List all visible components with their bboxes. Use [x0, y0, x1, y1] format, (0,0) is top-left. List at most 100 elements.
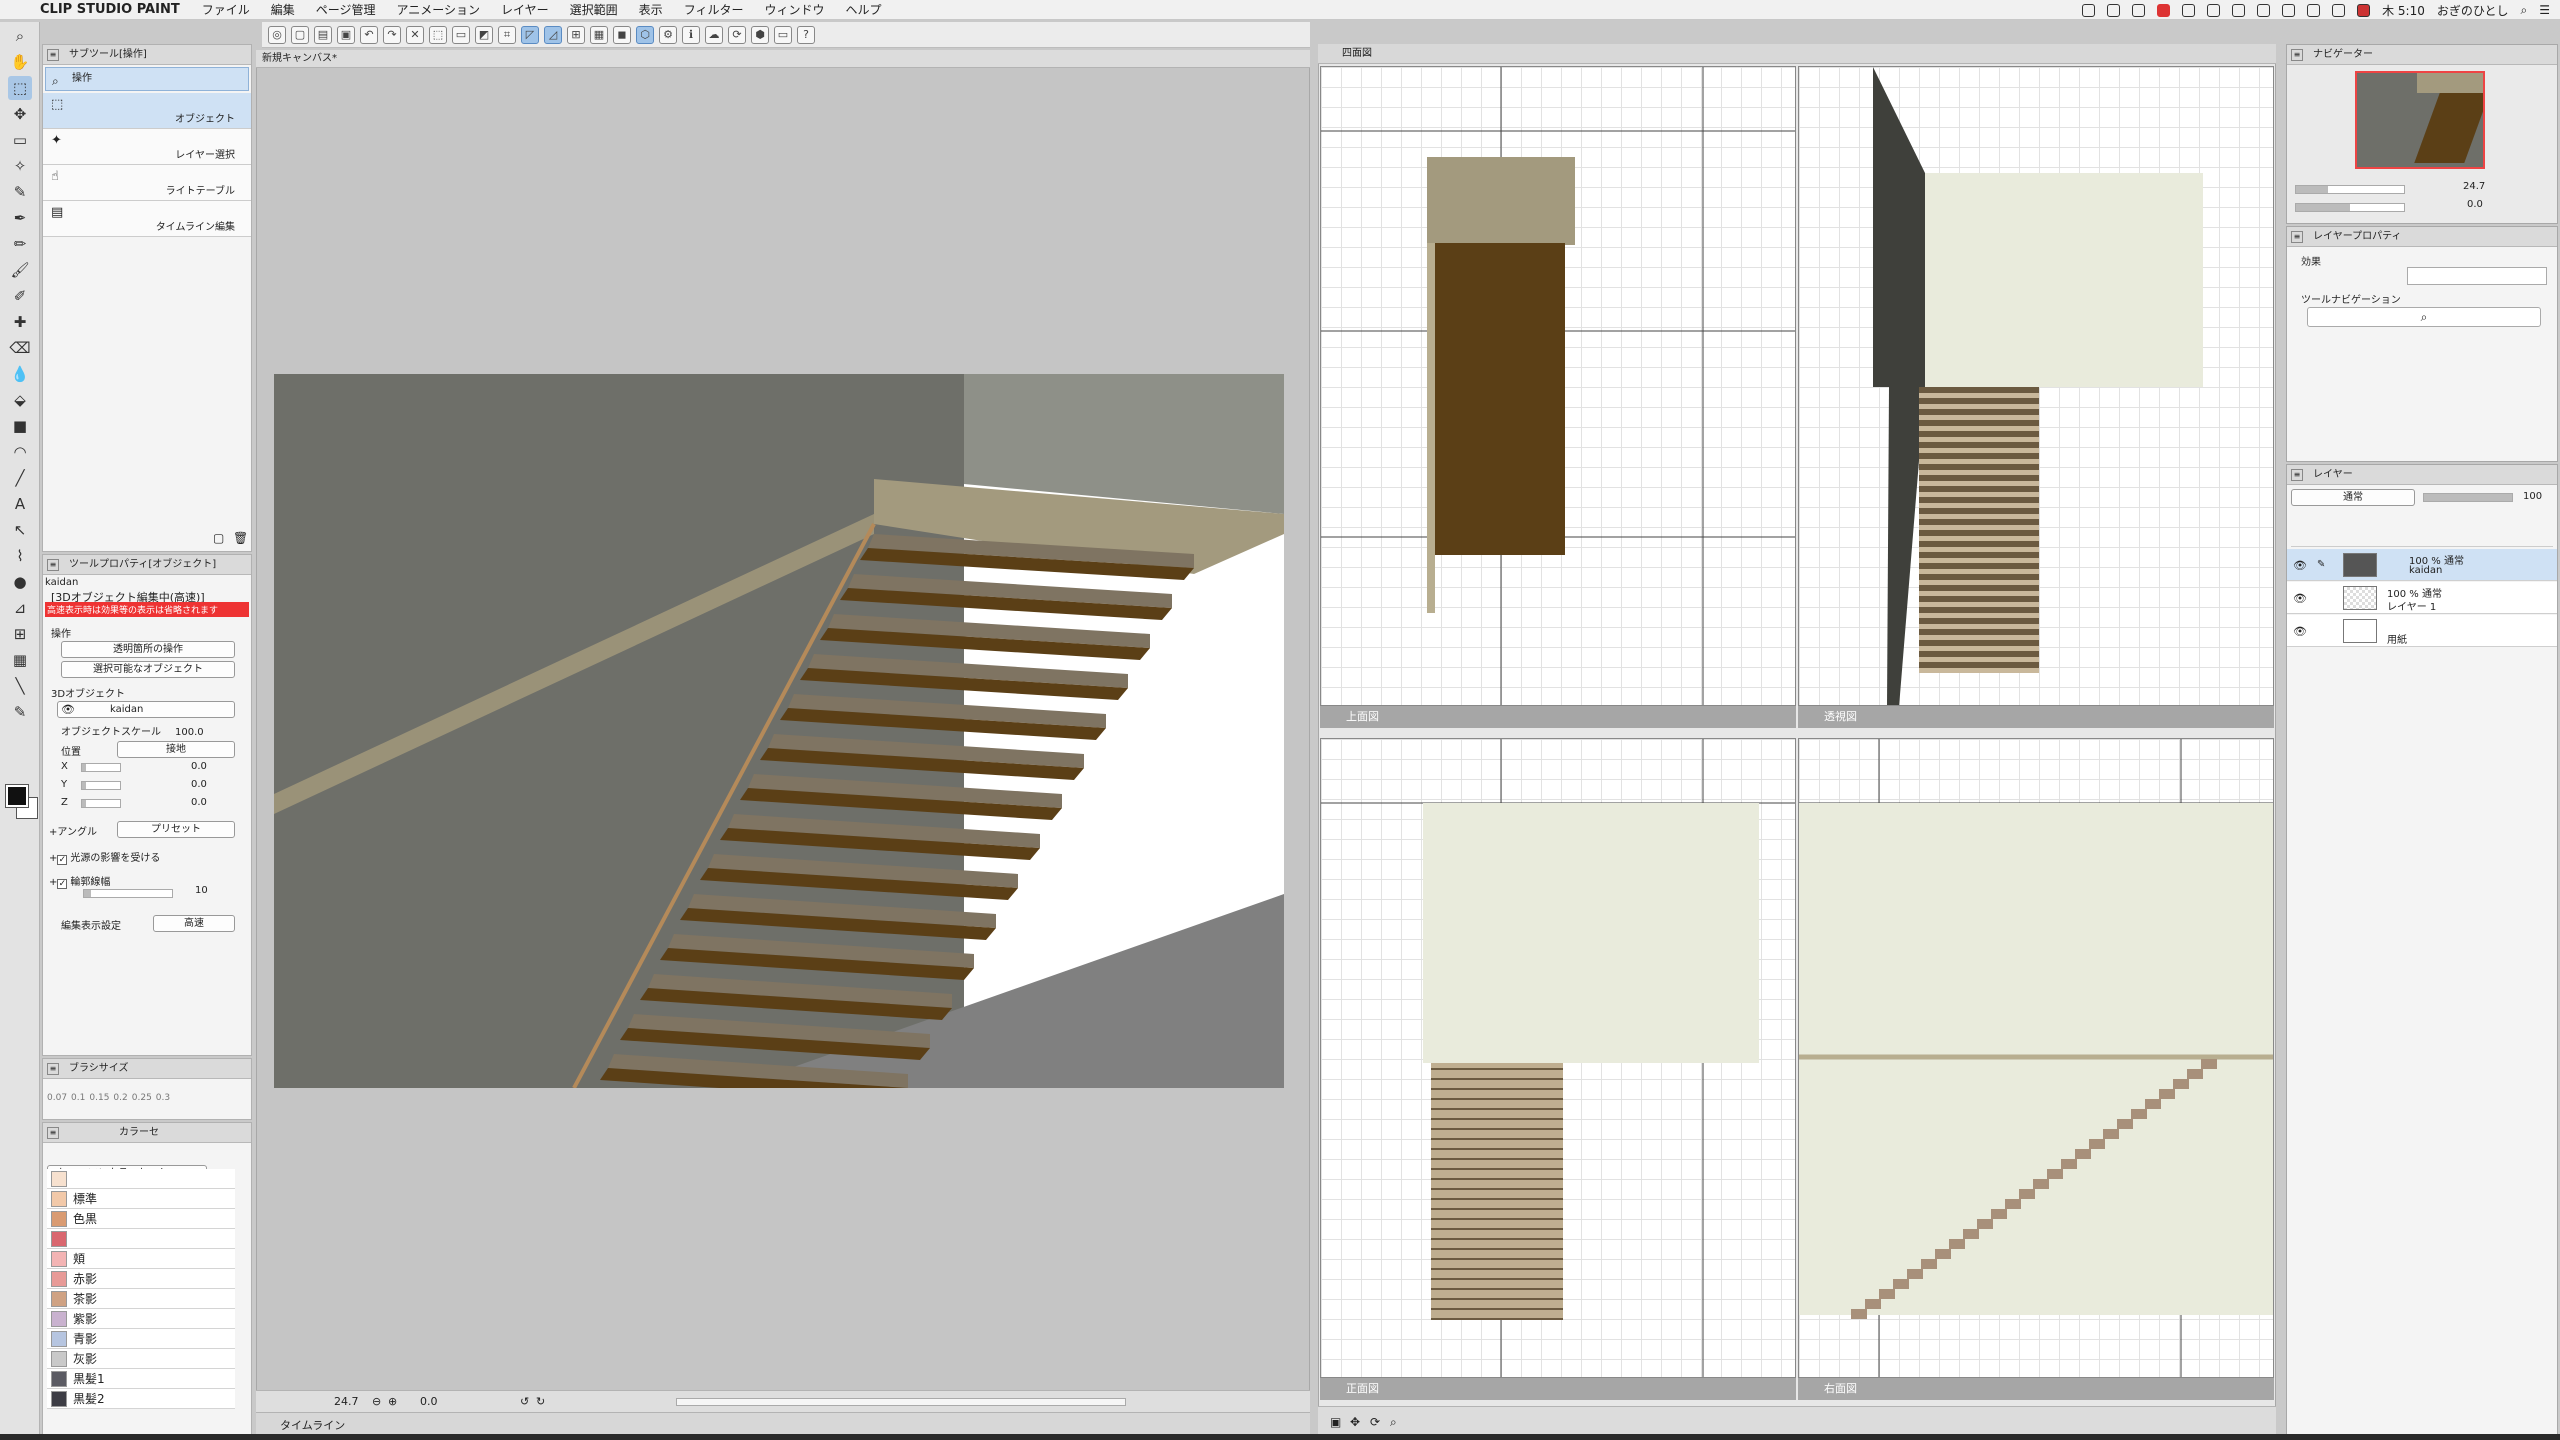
dropbox-icon[interactable]	[2082, 3, 2096, 17]
color-swatch[interactable]	[51, 1351, 67, 1367]
crop-icon[interactable]: ⌗	[498, 25, 516, 44]
blend-mode-dropdown[interactable]: 通常	[2291, 489, 2415, 506]
deselect-icon[interactable]: ▭	[452, 25, 470, 44]
y-value[interactable]: 0.0	[191, 779, 207, 790]
navigator-rotate-slider[interactable]	[2295, 203, 2405, 212]
marker-icon[interactable]: ✎	[8, 700, 32, 724]
snap-ruler-icon[interactable]: ◸	[521, 25, 539, 44]
canvas-zoom-value[interactable]: 24.7	[334, 1391, 359, 1413]
layers-header[interactable]: ≡ レイヤー	[2287, 465, 2557, 485]
viewport-front[interactable]	[1320, 738, 1796, 1378]
eraser-icon[interactable]: ⌫	[8, 336, 32, 360]
x-value[interactable]: 0.0	[191, 761, 207, 772]
subtool-light-table[interactable]: ☝ ライトテーブル	[43, 165, 251, 201]
color-swatch[interactable]	[51, 1231, 67, 1247]
brush-size-015[interactable]: 0.15	[89, 1093, 109, 1103]
layer-opacity-value[interactable]: 100	[2523, 491, 2542, 502]
cloud-icon[interactable]: ☁	[705, 25, 723, 44]
layer-visibility-eye-icon[interactable]: 👁	[2293, 559, 2307, 572]
redo-icon[interactable]: ↷	[383, 25, 401, 44]
stair-render[interactable]	[274, 374, 1284, 1088]
calendar-icon[interactable]	[2132, 3, 2146, 17]
zoom-in-icon[interactable]: ⊕	[388, 1391, 397, 1413]
grid-display-icon[interactable]: ▦	[590, 25, 608, 44]
color-row[interactable]: 青影	[47, 1329, 235, 1349]
color-row[interactable]	[47, 1229, 235, 1249]
transform-icon[interactable]: ⬚	[429, 25, 447, 44]
navigator-zoom-value[interactable]: 24.7	[2463, 181, 2485, 192]
color-swatch[interactable]	[51, 1331, 67, 1347]
selection-tool-icon[interactable]: ▭	[8, 128, 32, 152]
save-icon[interactable]: ▣	[337, 25, 355, 44]
outline-checkbox[interactable]: ✓	[57, 879, 68, 889]
color-row[interactable]: 色黒	[47, 1209, 235, 1229]
color-swatch[interactable]	[51, 1391, 67, 1407]
z-value[interactable]: 0.0	[191, 797, 207, 808]
settings-icon[interactable]: ⚙	[659, 25, 677, 44]
ground-button[interactable]: 接地	[117, 741, 235, 758]
panel-grip-icon[interactable]: ≡	[47, 49, 59, 61]
zoom-camera-icon[interactable]: ⌕	[1390, 1415, 1397, 1430]
move-camera-icon[interactable]: ✥	[1350, 1415, 1360, 1429]
printer-icon[interactable]	[2182, 3, 2196, 17]
outline-value[interactable]: 10	[195, 885, 208, 896]
color-swatch[interactable]	[51, 1211, 67, 1227]
outline-option[interactable]: +✓ 輪郭線幅	[49, 873, 110, 889]
line-tool-icon[interactable]: ╲	[8, 674, 32, 698]
visibility-eye-icon[interactable]: 👁	[61, 703, 75, 716]
panel-grip-icon[interactable]: ≡	[47, 1127, 59, 1139]
invert-selection-icon[interactable]: ◩	[475, 25, 493, 44]
app-name[interactable]: CLIP STUDIO PAINT	[40, 2, 180, 17]
layer-row-kaidan[interactable]: 👁 ✎ 100 % 通常 kaidan	[2287, 549, 2557, 581]
subtool-group-operation[interactable]: ⌕ 操作	[45, 67, 249, 91]
color-row[interactable]: 標準	[47, 1189, 235, 1209]
color-swatch[interactable]	[51, 1271, 67, 1287]
color-row[interactable]: 頬	[47, 1249, 235, 1269]
bluetooth-icon[interactable]	[2282, 3, 2296, 17]
menu-window[interactable]: ウィンドウ	[764, 1, 824, 18]
navigator-preview[interactable]	[2355, 71, 2485, 169]
layer-edit-pen-icon[interactable]: ✎	[2317, 559, 2325, 570]
wifi-icon[interactable]	[2307, 3, 2321, 17]
foreground-color-swatch[interactable]	[5, 784, 29, 808]
correct-line-icon[interactable]: ⌇	[8, 544, 32, 568]
x-slider[interactable]	[81, 763, 121, 772]
camera-icon[interactable]: ▣	[1330, 1415, 1341, 1429]
time-machine-icon[interactable]	[2257, 3, 2271, 17]
preset-button[interactable]: プリセット	[117, 821, 235, 838]
fill-icon[interactable]: ⬙	[8, 388, 32, 412]
transparent-operation-dropdown[interactable]: 透明箇所の操作	[61, 641, 235, 658]
light-checkbox[interactable]: ✓	[57, 855, 68, 865]
outline-slider[interactable]	[83, 889, 173, 898]
info-icon[interactable]: ℹ	[682, 25, 700, 44]
y-slider[interactable]	[81, 781, 121, 790]
horizontal-scrollbar[interactable]	[676, 1398, 1126, 1406]
layer-visibility-eye-icon[interactable]: 👁	[2293, 592, 2307, 605]
clear-icon[interactable]: ✕	[406, 25, 424, 44]
cloud-icon[interactable]	[2107, 3, 2121, 17]
layer-opacity-slider[interactable]	[2423, 493, 2513, 502]
color-swatch[interactable]	[51, 1191, 67, 1207]
gradient-icon[interactable]: ■	[8, 414, 32, 438]
color-row[interactable]: 黒髪2	[47, 1389, 235, 1409]
clip-studio-icon[interactable]: ◎	[268, 25, 286, 44]
brushsize-header[interactable]: ≡ ブラシサイズ	[43, 1059, 251, 1079]
snap-grid-icon[interactable]: ⊞	[567, 25, 585, 44]
layer-row-paper[interactable]: 👁 用紙	[2287, 615, 2557, 647]
new-subtool-icon[interactable]: ▢	[213, 531, 224, 545]
spotlight-icon[interactable]: ⌕	[2521, 3, 2528, 18]
3d-object-dropdown[interactable]: kaidan	[57, 701, 235, 718]
rotate-right-icon[interactable]: ↻	[536, 1391, 545, 1413]
viewport-right-label[interactable]: 右面図	[1798, 1378, 2274, 1400]
subtool-object[interactable]: ⬚ オブジェクト	[43, 93, 251, 129]
canvas-angle-value[interactable]: 0.0	[420, 1391, 438, 1413]
viewport-top[interactable]	[1320, 66, 1796, 706]
panel-grip-icon[interactable]: ≡	[2291, 469, 2303, 481]
color-swatch[interactable]	[51, 1251, 67, 1267]
rotate-camera-icon[interactable]: ⟳	[1370, 1415, 1380, 1429]
pen-tool-icon[interactable]: ✒	[8, 206, 32, 230]
clipboard-icon[interactable]	[2207, 3, 2221, 17]
color-row[interactable]: 黒髪1	[47, 1369, 235, 1389]
clock[interactable]: 木 5:10	[2382, 2, 2425, 19]
assets-icon[interactable]: ⬢	[751, 25, 769, 44]
